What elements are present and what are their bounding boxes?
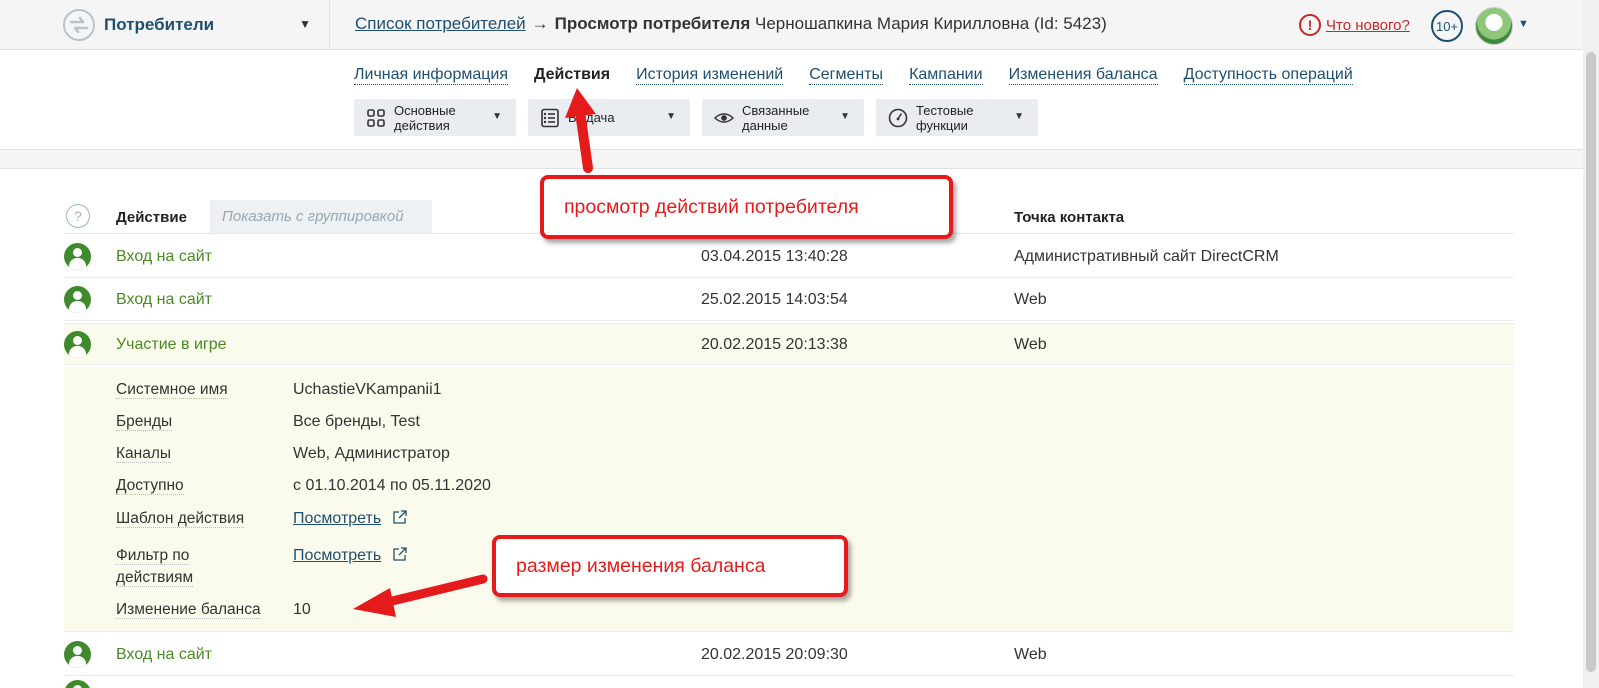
detail-value-brands: Все бренды, Test bbox=[293, 413, 420, 430]
tab-operation-availability[interactable]: Доступность операций bbox=[1183, 66, 1353, 85]
row-contact-point: Web bbox=[1014, 646, 1047, 663]
detail-value-channels: Web, Администратор bbox=[293, 445, 450, 462]
external-link-icon[interactable] bbox=[392, 509, 408, 525]
show-grouped-button[interactable]: Показать с группировкой bbox=[210, 200, 432, 233]
main-actions-label: Основные действия bbox=[394, 102, 456, 133]
app-logo-icon bbox=[63, 9, 95, 41]
issue-label: Выдача bbox=[568, 110, 615, 125]
detail-label-template: Шаблон действия bbox=[116, 510, 245, 528]
app-switcher[interactable]: Потребители ▼ bbox=[60, 0, 330, 50]
detail-label-balance-change: Изменение баланса bbox=[116, 601, 261, 619]
user-icon bbox=[64, 680, 91, 688]
row-contact-point: Web bbox=[1014, 336, 1047, 353]
user-icon bbox=[64, 243, 91, 270]
section-divider bbox=[0, 149, 1583, 169]
annotation-callout-actions: просмотр действий потребителя bbox=[540, 175, 953, 239]
table-row-expanded[interactable]: Участие в игре 20.02.2015 20:13:38 Web bbox=[64, 323, 1514, 365]
notification-count-badge[interactable]: 10+ bbox=[1431, 10, 1463, 42]
caret-down-icon: ▼ bbox=[492, 111, 502, 122]
row-action-link[interactable]: Вход на сайт bbox=[116, 646, 212, 664]
help-icon[interactable]: ? bbox=[66, 204, 90, 228]
detail-value-available: с 01.10.2014 по 05.11.2020 bbox=[293, 477, 491, 494]
row-action-link[interactable]: Вход на сайт bbox=[116, 291, 212, 309]
table-row[interactable]: Вход на сайт 25.02.2015 14:03:54 Web bbox=[64, 279, 1514, 321]
related-data-label: Связанные данные bbox=[742, 102, 810, 133]
issue-dropdown[interactable]: Выдача ▼ bbox=[528, 99, 690, 136]
related-data-dropdown[interactable]: Связанные данные ▼ bbox=[702, 99, 864, 136]
detail-label-brands: Бренды bbox=[116, 413, 173, 431]
template-view-link[interactable]: Посмотреть bbox=[293, 510, 381, 527]
row-contact-point: Web bbox=[1014, 291, 1047, 308]
row-date: 20.02.2015 20:13:38 bbox=[701, 336, 848, 353]
detail-value-system-name: UchastieVKampanii1 bbox=[293, 381, 442, 398]
list-icon bbox=[540, 108, 560, 128]
row-date: 20.02.2015 20:09:30 bbox=[701, 646, 848, 663]
tab-change-history[interactable]: История изменений bbox=[636, 66, 784, 85]
caret-down-icon: ▼ bbox=[666, 111, 676, 122]
breadcrumb: Список потребителей → Просмотр потребителя… bbox=[355, 14, 1107, 34]
row-date: 25.02.2015 14:03:54 bbox=[701, 291, 848, 308]
filter-view-link[interactable]: Посмотреть bbox=[293, 547, 381, 564]
avatar-caret-icon[interactable]: ▼ bbox=[1518, 18, 1529, 30]
avatar[interactable] bbox=[1475, 7, 1513, 45]
scrollbar[interactable] bbox=[1583, 0, 1599, 688]
detail-value-balance-change: 10 bbox=[293, 601, 311, 618]
user-icon bbox=[64, 331, 91, 358]
main-actions-dropdown[interactable]: Основные действия ▼ bbox=[354, 99, 516, 136]
breadcrumb-current: Просмотр потребителя bbox=[554, 14, 751, 33]
detail-label-system-name: Системное имя bbox=[116, 381, 228, 399]
annotation-callout-balance: размер изменения баланса bbox=[492, 535, 848, 597]
caret-down-icon: ▼ bbox=[1014, 111, 1024, 122]
row-date: 03.04.2015 13:40:28 bbox=[701, 248, 848, 265]
detail-label-filter: Фильтр по действиям bbox=[116, 547, 194, 587]
detail-label-channels: Каналы bbox=[116, 445, 172, 463]
user-icon bbox=[64, 641, 91, 668]
page-title-consumer: Черношапкина Мария Кирилловна (Id: 5423) bbox=[750, 14, 1107, 33]
column-header-action: Действие bbox=[116, 209, 187, 226]
table-row[interactable]: Вход на сайт 03.04.2015 13:40:28 Админис… bbox=[64, 236, 1514, 278]
alert-icon: ! bbox=[1299, 14, 1321, 36]
caret-down-icon: ▼ bbox=[299, 17, 311, 31]
eye-icon bbox=[714, 108, 734, 128]
breadcrumb-consumers-link[interactable]: Список потребителей bbox=[355, 14, 526, 33]
row-action-link[interactable]: Участие в игре bbox=[116, 336, 227, 354]
app-name: Потребители bbox=[104, 15, 215, 34]
test-functions-label: Тестовые функции bbox=[916, 102, 974, 133]
row-contact-point: Административный сайт DirectCRM bbox=[1014, 248, 1279, 265]
tab-bar: Личная информация Действия История измен… bbox=[354, 66, 1379, 85]
tab-segments[interactable]: Сегменты bbox=[809, 66, 884, 85]
table-row[interactable]: Вход на сайт 20.02.2015 20:09:30 Web bbox=[64, 634, 1514, 676]
column-header-contact-point: Точка контакта bbox=[1014, 209, 1125, 226]
caret-down-icon: ▼ bbox=[840, 111, 850, 122]
row-action-link[interactable]: Вход на сайт bbox=[116, 248, 212, 266]
tab-actions[interactable]: Действия bbox=[534, 66, 610, 85]
detail-value-template: Посмотреть bbox=[293, 508, 408, 530]
gauge-icon bbox=[888, 108, 908, 128]
whats-new-link[interactable]: Что нового? bbox=[1326, 17, 1410, 34]
whats-new[interactable]: ! Что нового? bbox=[1299, 14, 1410, 36]
breadcrumb-arrow: → bbox=[531, 14, 549, 33]
top-bar: Потребители ▼ Список потребителей → Просмо… bbox=[0, 0, 1599, 50]
user-icon bbox=[64, 286, 91, 313]
tab-campaigns[interactable]: Кампании bbox=[909, 66, 983, 85]
external-link-icon[interactable] bbox=[392, 546, 408, 562]
tab-personal-info[interactable]: Личная информация bbox=[354, 66, 509, 85]
detail-label-available: Доступно bbox=[116, 477, 184, 495]
scrollbar-thumb[interactable] bbox=[1586, 52, 1596, 672]
detail-value-filter: Посмотреть bbox=[293, 545, 408, 567]
test-functions-dropdown[interactable]: Тестовые функции ▼ bbox=[876, 99, 1038, 136]
toolbar: Основные действия ▼ Выдача ▼ Связанные д… bbox=[354, 99, 1050, 136]
tab-balance-changes[interactable]: Изменения баланса bbox=[1008, 66, 1158, 85]
grid-icon bbox=[366, 108, 386, 128]
